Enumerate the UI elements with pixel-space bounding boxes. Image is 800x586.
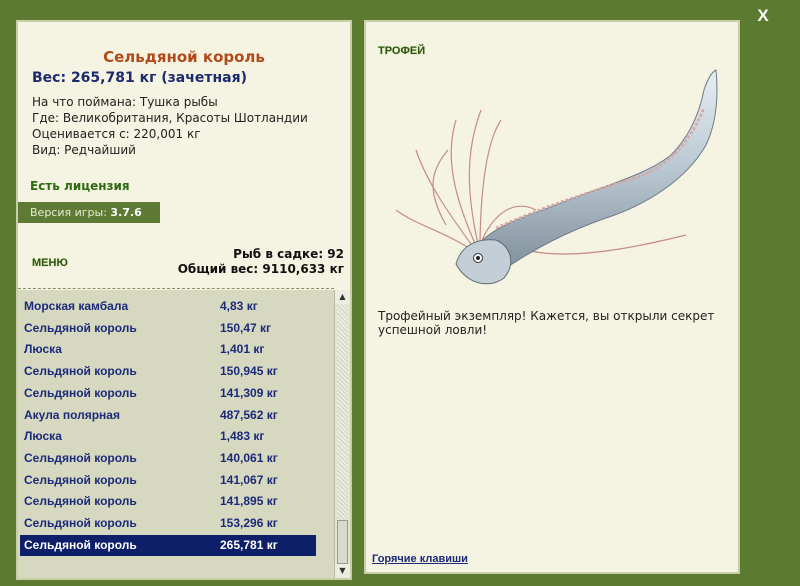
catch-row[interactable]: Сельдяной король 150,47 кг	[20, 318, 316, 339]
fish-title: Сельдяной король	[103, 48, 265, 66]
catch-name: Люска	[24, 342, 62, 357]
fish-weight: Вес: 265,781 кг (зачетная)	[32, 70, 247, 86]
catch-list[interactable]: Морская камбала 4,83 кг Сельдяной король 15…	[18, 290, 334, 578]
fish-info-panel: Сельдяной король Вес: 265,781 кг (зачетн…	[16, 20, 352, 580]
catch-name: Люска	[24, 429, 62, 444]
catch-weight: 150,47 кг	[220, 320, 272, 335]
divider	[18, 288, 334, 289]
catch-row[interactable]: Сельдяной король 153,296 кг	[20, 513, 316, 534]
oarfish-image	[395, 69, 718, 285]
catch-row[interactable]: Акула полярная 487,562 кг	[20, 405, 316, 426]
fish-body	[467, 69, 718, 276]
catch-name: Сельдяной король	[24, 516, 137, 530]
catch-weight: 265,781 кг	[220, 537, 278, 552]
catch-row[interactable]: Сельдяной король 141,895 кг	[20, 491, 316, 512]
version-label: Версия игры:	[30, 206, 107, 219]
catch-row[interactable]: Люска 1,483 кг	[20, 426, 316, 447]
catch-row[interactable]: Сельдяной король 265,781 кг	[20, 534, 316, 556]
keepnet-summary: Рыб в садке: 92 Общий вес: 9110,633 кг	[178, 247, 344, 277]
trophy-message: Трофейный экземпляр! Кажется, вы открыли…	[378, 309, 715, 337]
bait-info: На что поймана: Тушка рыбы	[32, 95, 218, 109]
trophy-panel: ТРОФЕЙ Трофейный экземпляр! Кажется, вы …	[364, 20, 740, 574]
catch-row[interactable]: Сельдяной король 141,309 кг	[20, 383, 316, 404]
keepnet-count: Рыб в садке: 92	[233, 247, 344, 261]
catch-weight: 487,562 кг	[220, 407, 278, 422]
catch-name: Морская камбала	[24, 299, 129, 313]
catch-name: Сельдяной король	[24, 385, 137, 400]
fish-pupil	[476, 256, 480, 260]
game-version: Версия игры: 3.7.6	[18, 202, 160, 223]
catch-name: Сельдяной король	[24, 450, 137, 465]
hotkeys-link[interactable]: Горячие клавиши	[372, 553, 468, 565]
catch-name: Сельдяной король	[24, 320, 137, 335]
catch-row[interactable]: Люска 1,401 кг	[20, 339, 316, 360]
catch-name: Акула полярная	[24, 407, 120, 422]
catch-row[interactable]: Морская камбала 4,83 кг	[20, 296, 316, 317]
catch-weight: 150,945 кг	[220, 364, 278, 379]
scroll-thumb[interactable]	[337, 520, 348, 564]
catch-info: Сельдяной король Вес: 265,781 кг (зачетн…	[18, 22, 350, 184]
keepnet-total-weight: Общий вес: 9110,633 кг	[177, 262, 344, 276]
catch-weight: 141,309 кг	[220, 385, 278, 400]
catch-row[interactable]: Сельдяной король 140,061 кг	[20, 448, 316, 469]
license-status: Есть лицензия	[30, 179, 130, 193]
catch-row[interactable]: Сельдяной король 141,067 кг	[20, 470, 316, 491]
catch-weight: 1,483 кг	[220, 429, 265, 444]
catch-row[interactable]: Сельдяной король 150,945 кг	[20, 361, 316, 382]
catch-name: Сельдяной король	[24, 537, 137, 552]
catch-weight: 141,067 кг	[220, 472, 278, 487]
scroll-down-icon[interactable]: ▼	[335, 564, 350, 578]
catch-name: Сельдяной король	[24, 494, 137, 509]
catch-weight: 153,296 кг	[220, 516, 278, 530]
rarity-info: Вид: Редчайший	[32, 143, 136, 157]
catch-list-scrollbar[interactable]: ▲ ▼	[334, 290, 350, 578]
version-value: 3.7.6	[110, 206, 142, 219]
fish-head	[455, 239, 512, 285]
catch-name: Сельдяной король	[24, 364, 137, 379]
catch-name: Сельдяной король	[24, 472, 137, 487]
scroll-up-icon[interactable]: ▲	[335, 290, 350, 304]
catch-weight: 4,83 кг	[220, 299, 258, 313]
catch-weight: 1,401 кг	[220, 342, 265, 357]
catch-weight: 140,061 кг	[220, 450, 278, 465]
catch-weight: 141,895 кг	[220, 494, 278, 509]
close-button[interactable]: X	[752, 6, 774, 26]
valued-from-info: Оценивается с: 220,001 кг	[32, 127, 201, 141]
menu-button[interactable]: МЕНЮ	[32, 257, 68, 269]
location-info: Где: Великобритания, Красоты Шотландии	[32, 111, 308, 125]
